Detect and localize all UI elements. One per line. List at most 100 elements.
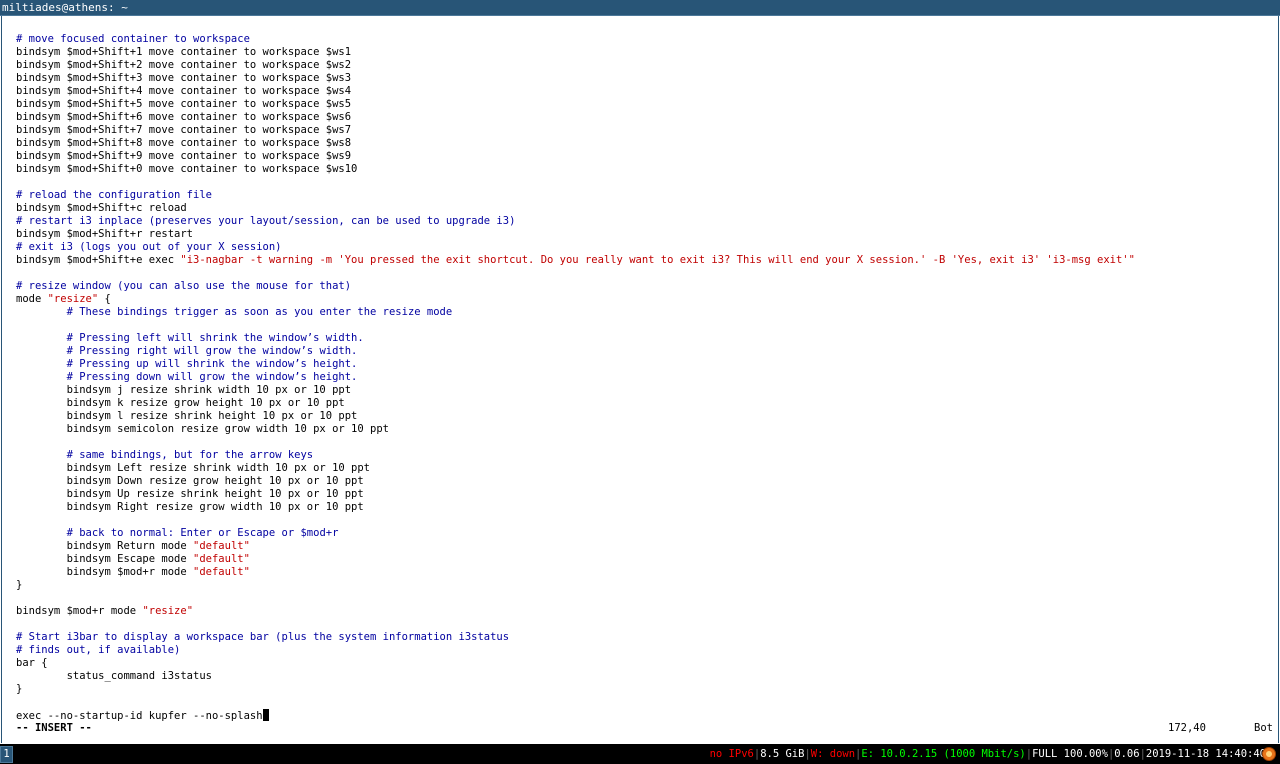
code-line: bindsym Down resize grow height 10 px or… [16,475,1276,488]
code-string: "resize" [47,293,99,305]
code-line: bindsym $mod+Shift+2 move container to w… [16,59,1276,72]
code-line: bindsym semicolon resize grow width 10 p… [16,423,1276,436]
code-text: bindsym semicolon resize grow width 10 p… [16,423,389,435]
code-line: bindsym Right resize grow width 10 px or… [16,501,1276,514]
code-line: # same bindings, but for the arrow keys [16,449,1276,462]
code-line: bindsym $mod+Shift+8 move container to w… [16,137,1276,150]
code-line: bindsym $mod+Shift+9 move container to w… [16,150,1276,163]
code-line: bindsym $mod+Shift+r restart [16,228,1276,241]
code-text: } [16,579,23,591]
code-text: bindsym $mod+Shift+0 move container to w… [16,163,358,175]
code-line: bindsym $mod+Shift+1 move container to w… [16,46,1276,59]
code-text: bindsym $mod+Shift+5 move container to w… [16,98,352,110]
code-comment: # Pressing left will shrink the window’s… [66,332,364,344]
code-text: bindsym Left resize shrink width 10 px o… [16,462,371,474]
code-line: bindsym $mod+Shift+5 move container to w… [16,98,1276,111]
code-text: bindsym $mod+Shift+8 move container to w… [16,137,352,149]
code-text: bindsym $mod+Shift+r restart [16,228,194,240]
wireless-status: W: down [810,748,856,760]
code-text: bindsym $mod+Shift+9 move container to w… [16,150,352,162]
code-line: bindsym $mod+Shift+4 move container to w… [16,85,1276,98]
cursor-position: 172,40 [1168,722,1206,734]
code-text: bar { [16,657,48,669]
code-line: bindsym $mod+Shift+e exec "i3-nagbar -t … [16,254,1276,267]
code-line: bindsym $mod+Shift+7 move container to w… [16,124,1276,137]
code-text: bindsym j resize shrink width 10 px or 1… [16,384,352,396]
code-line: bindsym Return mode "default" [16,540,1276,553]
code-line: # reload the configuration file [16,189,1276,202]
code-text: bindsym $mod+Shift+6 move container to w… [16,111,352,123]
code-line: bindsym Up resize shrink height 10 px or… [16,488,1276,501]
code-line: status_command i3status [16,670,1276,683]
code-line: bindsym $mod+Shift+0 move container to w… [16,163,1276,176]
code-string: "default" [193,566,250,578]
code-line: } [16,579,1276,592]
load-status: 0.06 [1114,748,1140,760]
code-text: bindsym $mod+Shift+c reload [16,202,187,214]
code-string: "default" [193,540,250,552]
kupfer-tray-icon[interactable] [1262,747,1276,761]
code-line: bar { [16,657,1276,670]
i3bar: 1 no IPv6|8.5 GiB|W: down|E: 10.0.2.15 (… [0,744,1280,764]
vim-editor-buffer[interactable]: # move focused container to workspace bin… [16,20,1276,722]
code-line: bindsym l resize shrink height 10 px or … [16,410,1276,423]
code-text: bindsym Down resize grow height 10 px or… [16,475,364,487]
code-text: bindsym $mod+Shift+e exec [16,254,181,266]
scroll-position: Bot [1254,722,1273,734]
datetime-status: 2019-11-18 14:40:40 [1145,748,1266,760]
code-text: bindsym $mod+Shift+1 move container to w… [16,46,352,58]
code-text: bindsym Up resize shrink height 10 px or… [16,488,364,500]
code-comment: # exit i3 (logs you out of your X sessio… [16,241,282,253]
code-line: bindsym $mod+Shift+6 move container to w… [16,111,1276,124]
code-text: bindsym $mod+Shift+7 move container to w… [16,124,352,136]
code-comment: # reload the configuration file [16,189,212,201]
code-comment: # same bindings, but for the arrow keys [66,449,314,461]
code-comment: # resize window (you can also use the mo… [16,280,352,292]
code-line: # back to normal: Enter or Escape or $mo… [16,527,1276,540]
code-line: bindsym j resize shrink width 10 px or 1… [16,384,1276,397]
text-cursor [262,709,269,721]
battery-status: FULL 100.00% [1032,748,1108,760]
code-text: bindsym Escape mode [16,553,194,565]
code-text: bindsym $mod+Shift+2 move container to w… [16,59,352,71]
code-line: # resize window (you can also use the mo… [16,280,1276,293]
code-comment: # These bindings trigger as soon as you … [66,306,453,318]
code-text: mode [16,293,48,305]
workspace-button-1[interactable]: 1 [0,746,13,763]
code-line: bindsym $mod+Shift+3 move container to w… [16,72,1276,85]
code-line: bindsym Left resize shrink width 10 px o… [16,462,1276,475]
code-text: bindsym Return mode [16,540,194,552]
code-text: bindsym l resize shrink height 10 px or … [16,410,358,422]
terminal-window[interactable]: # move focused container to workspace bin… [1,16,1279,743]
code-comment: # Pressing down will grow the window’s h… [66,371,358,383]
window-titlebar[interactable]: miltiades@athens: ~ [0,0,1280,16]
code-text: bindsym k resize grow height 10 px or 10… [16,397,345,409]
code-line: # These bindings trigger as soon as you … [16,306,1276,319]
ethernet-status: E: 10.0.2.15 (1000 Mbit/s) [861,748,1026,760]
code-line: # Pressing down will grow the window’s h… [16,371,1276,384]
code-line: bindsym k resize grow height 10 px or 10… [16,397,1276,410]
code-text: bindsym $mod+Shift+4 move container to w… [16,85,352,97]
code-line: # exit i3 (logs you out of your X sessio… [16,241,1276,254]
code-comment: # move focused container to workspace [16,33,250,45]
ipv6-status: no IPv6 [709,748,754,760]
code-line: bindsym $mod+r mode "resize" [16,605,1276,618]
code-string: "default" [193,553,250,565]
code-comment: # finds out, if available) [16,644,181,656]
vim-mode-indicator: -- INSERT -- [16,722,92,734]
code-line: # Pressing left will shrink the window’s… [16,332,1276,345]
